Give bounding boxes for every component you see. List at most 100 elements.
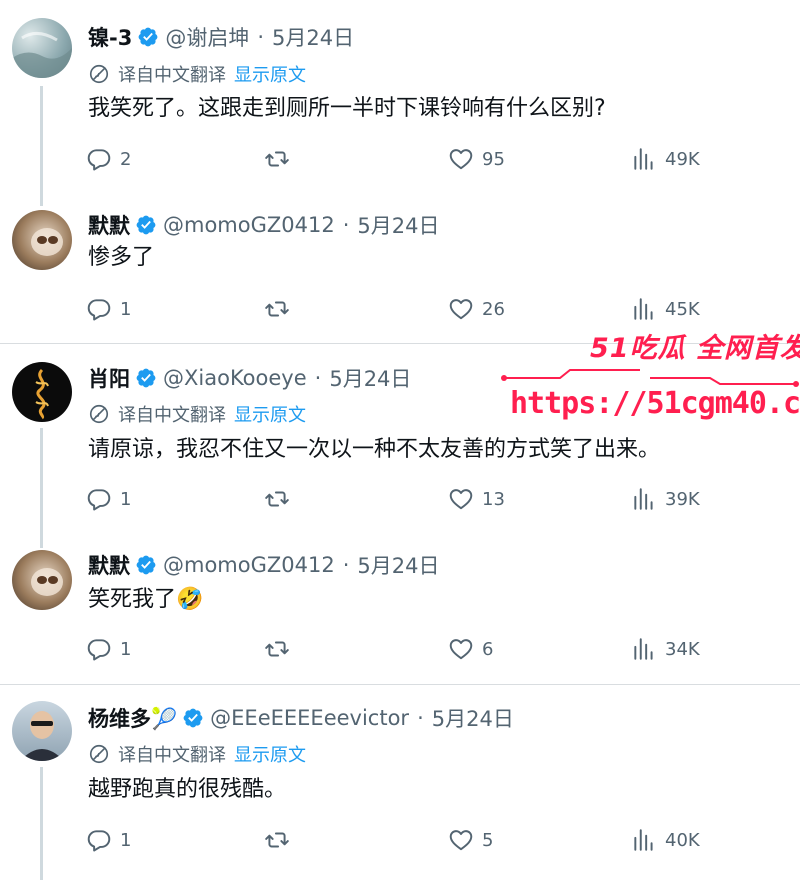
avatar[interactable] xyxy=(12,362,72,422)
view-count: 34K xyxy=(665,638,700,660)
like-button[interactable]: 6 xyxy=(448,634,493,664)
views-icon xyxy=(631,827,657,853)
handle[interactable]: @EEeEEEEeevictor xyxy=(210,706,409,730)
view-count: 40K xyxy=(665,829,700,851)
verified-badge-icon xyxy=(135,214,157,236)
timestamp[interactable]: 5月24日 xyxy=(272,22,354,52)
show-original-link[interactable]: 显示原文 xyxy=(234,61,306,87)
views-button[interactable]: 45K xyxy=(631,294,700,324)
heart-icon xyxy=(448,146,474,172)
retweet-icon xyxy=(264,636,290,662)
view-count: 39K xyxy=(665,488,700,510)
timestamp[interactable]: 5月24日 xyxy=(432,703,514,733)
verified-badge-icon xyxy=(182,707,204,729)
timestamp[interactable]: 5月24日 xyxy=(357,550,439,580)
tweet-1[interactable]: 镍-3 @谢启坤 · 5月24日 译自中文翻译 显示原文 我笑死了。这跟走到厕所… xyxy=(0,0,800,206)
retweet-button[interactable] xyxy=(264,634,298,664)
reply-icon xyxy=(86,486,112,512)
reply-icon xyxy=(86,146,112,172)
tweet-header: 镍-3 @谢启坤 · 5月24日 xyxy=(88,22,354,52)
reply-button[interactable]: 1 xyxy=(86,294,131,324)
separator-dot: · xyxy=(314,366,322,390)
reply-button[interactable]: 1 xyxy=(86,825,131,855)
avatar-image xyxy=(12,32,72,78)
show-original-link[interactable]: 显示原文 xyxy=(234,741,306,767)
tweet-text: 笑死我了🤣 xyxy=(88,587,204,612)
reply-button[interactable]: 2 xyxy=(86,144,131,174)
heart-icon xyxy=(448,486,474,512)
translate-icon xyxy=(88,743,110,765)
like-button[interactable]: 95 xyxy=(448,144,505,174)
retweet-button[interactable] xyxy=(264,825,298,855)
avatar[interactable] xyxy=(12,550,72,610)
tweet-5[interactable]: 杨维多🎾 @EEeEEEEeevictor · 5月24日 译自中文翻译 显示原… xyxy=(0,685,800,880)
like-button[interactable]: 5 xyxy=(448,825,493,855)
avatar-image xyxy=(35,368,49,420)
reply-count: 1 xyxy=(120,829,132,851)
timestamp[interactable]: 5月24日 xyxy=(357,210,439,240)
site-watermark: 51吃瓜 全网首发 https://51cgm40.com xyxy=(500,322,800,432)
views-button[interactable]: 34K xyxy=(631,634,700,664)
view-count: 45K xyxy=(665,298,700,320)
thread-line xyxy=(40,86,43,206)
like-count: 95 xyxy=(482,148,505,170)
views-button[interactable]: 49K xyxy=(631,144,700,174)
separator-dot: · xyxy=(342,553,350,577)
tweet-text: 请原谅，我忍不住又一次以一种不太友善的方式笑了出来。 xyxy=(88,437,661,462)
reply-button[interactable]: 1 xyxy=(86,634,131,664)
tweet-header: 杨维多🎾 @EEeEEEEeevictor · 5月24日 xyxy=(88,703,514,733)
avatar-image xyxy=(31,568,63,596)
display-name[interactable]: 镍-3 xyxy=(88,22,132,52)
tweet-header: 默默 @momoGZ0412 · 5月24日 xyxy=(88,550,440,580)
watermark-title: 51吃瓜 全网首发 xyxy=(590,333,800,364)
avatar[interactable] xyxy=(12,18,72,78)
retweet-button[interactable] xyxy=(264,294,298,324)
translation-label: 译自中文翻译 xyxy=(118,65,226,86)
tweet-4[interactable]: 默默 @momoGZ0412 · 5月24日 笑死我了🤣 1 6 34K xyxy=(0,530,800,682)
heart-icon xyxy=(448,636,474,662)
verified-badge-icon xyxy=(135,367,157,389)
reply-count: 1 xyxy=(120,298,132,320)
watermark-url: https://51cgm40.com xyxy=(510,386,800,421)
like-button[interactable]: 13 xyxy=(448,484,505,514)
separator-dot: · xyxy=(417,706,424,730)
tweet-actions: 1 5 40K xyxy=(86,825,706,855)
display-name[interactable]: 默默 xyxy=(88,210,130,240)
views-icon xyxy=(631,636,657,662)
like-button[interactable]: 26 xyxy=(448,294,505,324)
retweet-button[interactable] xyxy=(264,484,298,514)
verified-badge-icon xyxy=(137,26,159,48)
translation-notice: 译自中文翻译 显示原文 xyxy=(88,740,306,768)
handle[interactable]: @momoGZ0412 xyxy=(163,553,335,577)
like-count: 13 xyxy=(482,488,505,510)
like-count: 6 xyxy=(482,638,494,660)
retweet-icon xyxy=(264,486,290,512)
display-name[interactable]: 杨维多🎾 xyxy=(88,703,177,733)
handle[interactable]: @momoGZ0412 xyxy=(163,213,335,237)
translate-icon xyxy=(88,403,110,425)
avatar-image xyxy=(20,711,64,761)
views-button[interactable]: 40K xyxy=(631,825,700,855)
display-name[interactable]: 肖阳 xyxy=(88,363,130,393)
retweet-icon xyxy=(264,146,290,172)
tweet-actions: 1 13 39K xyxy=(86,484,706,514)
retweet-button[interactable] xyxy=(264,144,298,174)
views-button[interactable]: 39K xyxy=(631,484,700,514)
avatar[interactable] xyxy=(12,210,72,270)
reply-button[interactable]: 1 xyxy=(86,484,131,514)
views-icon xyxy=(631,146,657,172)
avatar[interactable] xyxy=(12,701,72,761)
handle[interactable]: @谢启坤 xyxy=(165,22,249,52)
verified-badge-icon xyxy=(135,554,157,576)
tweet-text: 我笑死了。这跟走到厕所一半时下课铃响有什么区别? xyxy=(88,96,606,121)
heart-icon xyxy=(448,827,474,853)
handle[interactable]: @XiaoKooeye xyxy=(163,366,307,390)
translation-notice: 译自中文翻译 显示原文 xyxy=(88,60,306,88)
show-original-link[interactable]: 显示原文 xyxy=(234,401,306,427)
reply-icon xyxy=(86,296,112,322)
tweet-2[interactable]: 默默 @momoGZ0412 · 5月24日 惨多了 1 26 45K xyxy=(0,190,800,340)
reply-icon xyxy=(86,827,112,853)
views-icon xyxy=(631,486,657,512)
timestamp[interactable]: 5月24日 xyxy=(329,363,411,393)
display-name[interactable]: 默默 xyxy=(88,550,130,580)
